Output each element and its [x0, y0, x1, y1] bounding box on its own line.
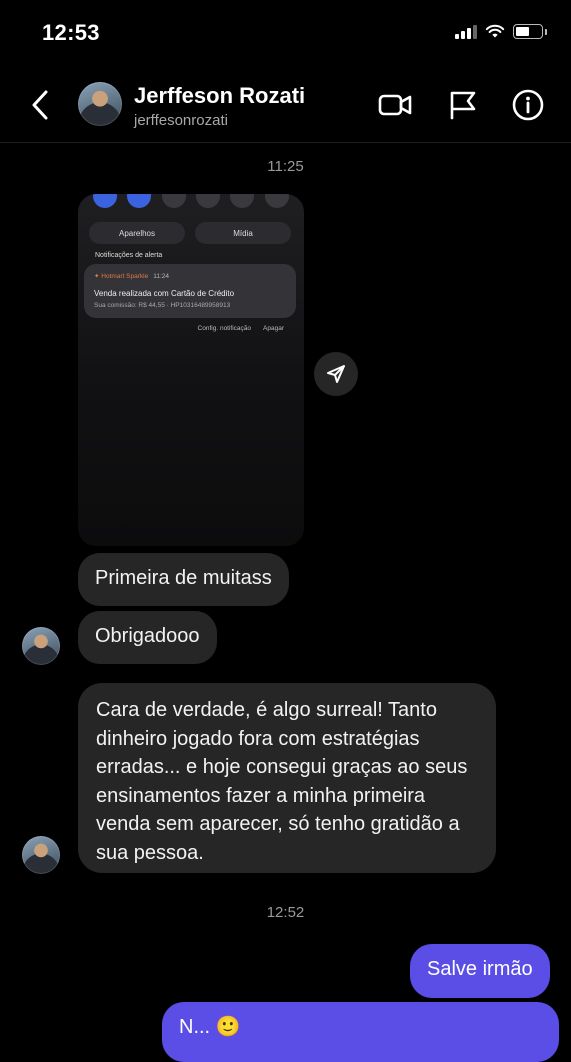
shared-screenshot[interactable]: Aparelhos Mídia Notificações de alerta ✦… [78, 194, 304, 546]
sender-avatar[interactable] [22, 627, 60, 665]
back-button[interactable] [26, 88, 56, 122]
notification-app-name: Hotmart Sparkle [101, 273, 149, 280]
report-button[interactable] [446, 88, 482, 122]
sender-avatar[interactable] [22, 836, 60, 874]
notification-clear-action: Apagar [263, 325, 284, 332]
wifi-icon [485, 24, 505, 38]
header-divider [0, 142, 571, 143]
flashlight-toggle-icon [264, 194, 289, 208]
info-icon [512, 89, 544, 121]
timestamp: 11:25 [267, 158, 304, 175]
notification-time: 11:24 [153, 273, 170, 280]
message-bubble[interactable]: Obrigadooo [78, 611, 217, 664]
video-call-button[interactable] [377, 88, 413, 122]
notification-card: ✦ Hotmart Sparkle 11:24 Venda realizada c… [84, 264, 296, 318]
contact-avatar[interactable] [78, 82, 122, 126]
info-button[interactable] [510, 88, 546, 122]
quick-settings-row [78, 194, 304, 208]
message-bubble[interactable]: Primeira de muitass [78, 553, 289, 606]
wifi-toggle-icon [93, 194, 118, 208]
lock-toggle-icon [196, 194, 221, 208]
notification-title: Venda realizada com Cartão de Crédito [94, 289, 235, 298]
status-icons [455, 24, 547, 39]
bluetooth-toggle-icon [161, 194, 186, 208]
flag-icon [450, 91, 476, 120]
contact-name[interactable]: Jerffeson Rozati [134, 83, 305, 109]
devices-tab: Aparelhos [89, 222, 185, 244]
battery-icon [513, 24, 543, 39]
cellular-signal-icon [455, 24, 477, 39]
paper-plane-icon [327, 365, 345, 383]
timestamp: 12:52 [266, 904, 305, 921]
alerts-heading: Notificações de alerta [95, 252, 163, 259]
video-camera-icon [378, 94, 412, 116]
notification-actions: Config. notificação Apagar [198, 325, 284, 332]
media-tab: Mídia [195, 222, 291, 244]
sent-message-bubble[interactable]: N... 🙂 [162, 1002, 559, 1062]
message-bubble[interactable]: Cara de verdade, é algo surreal! Tanto d… [78, 683, 496, 873]
sent-message-bubble[interactable]: Salve irmão [410, 944, 550, 998]
airplane-toggle-icon [230, 194, 255, 208]
share-button[interactable] [314, 352, 358, 396]
chevron-left-icon [32, 90, 48, 120]
notification-app: ✦ Hotmart Sparkle 11:24 [94, 273, 170, 280]
sound-toggle-icon [127, 194, 152, 208]
notification-settings-action: Config. notificação [197, 325, 252, 332]
contact-username[interactable]: jerffesonrozati [134, 112, 228, 129]
battery-tip [545, 28, 547, 35]
status-time: 12:53 [42, 20, 100, 45]
notification-body: Sua comissão: R$ 44,55 · HP1031648995891… [94, 302, 231, 309]
